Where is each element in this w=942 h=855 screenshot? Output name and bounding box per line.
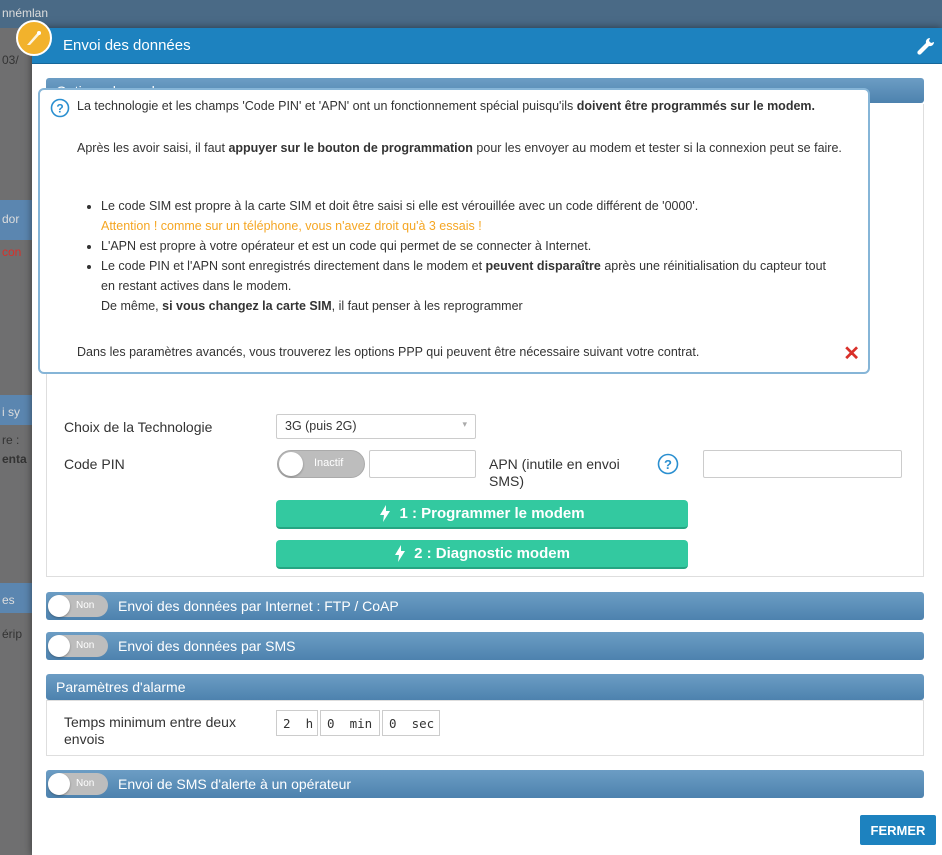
- internet-section-header[interactable]: Non Envoi des données par Internet : FTP…: [46, 592, 924, 620]
- info-list: Le code SIM est propre à la carte SIM et…: [77, 196, 837, 316]
- dialog-header: Envoi des données: [16, 20, 942, 64]
- close-button[interactable]: FERMER: [860, 815, 936, 845]
- info-paragraph: Dans les paramètres avancés, vous trouve…: [77, 345, 700, 359]
- technology-label: Choix de la Technologie: [64, 419, 213, 435]
- sms-section-title: Envoi des données par SMS: [118, 638, 296, 654]
- internet-section-title: Envoi des données par Internet : FTP / C…: [118, 598, 399, 614]
- alarm-section-header: Paramètres d'alarme: [46, 674, 924, 700]
- sms-section-header[interactable]: Non Envoi des données par SMS: [46, 632, 924, 660]
- dialog-title: Envoi des données: [63, 37, 191, 54]
- seconds-input[interactable]: 0 sec: [382, 710, 440, 736]
- sim-warning: Attention ! comme sur un téléphone, vous…: [101, 219, 482, 233]
- bolt-icon: [380, 505, 391, 522]
- technology-select[interactable]: 3G (puis 2G) ▾: [276, 414, 476, 439]
- help-icon[interactable]: ?: [657, 453, 679, 478]
- pin-label: Code PIN: [64, 456, 125, 472]
- background-header: [0, 0, 942, 28]
- alarm-section-title: Paramètres d'alarme: [56, 679, 186, 695]
- pin-toggle[interactable]: Inactif: [277, 450, 365, 478]
- modem-info-box: ? La technologie et les champs 'Code PIN…: [38, 88, 870, 374]
- background-text: re :: [2, 433, 20, 447]
- help-icon: ?: [50, 98, 70, 124]
- background-text: i sy: [2, 405, 20, 419]
- diagnostic-modem-button[interactable]: 2 : Diagnostic modem: [276, 540, 688, 569]
- background-text: enta: [2, 452, 27, 466]
- toggle-label: Inactif: [314, 457, 344, 469]
- background-text: érip: [2, 627, 23, 641]
- alert-section-title: Envoi de SMS d'alerte à un opérateur: [118, 776, 352, 792]
- background-text: nnémlan: [2, 6, 49, 20]
- background-text: 03/: [2, 53, 19, 67]
- program-modem-button[interactable]: 1 : Programmer le modem: [276, 500, 688, 529]
- toggle-label: Non: [76, 600, 95, 611]
- sms-toggle[interactable]: Non: [48, 635, 108, 657]
- app-logo-icon: [16, 20, 52, 56]
- alert-toggle[interactable]: Non: [48, 773, 108, 795]
- background-text: con: [2, 245, 22, 259]
- background-text: es: [2, 593, 15, 607]
- list-item: Le code SIM est propre à la carte SIM et…: [101, 196, 837, 236]
- toggle-knob: [48, 773, 70, 795]
- apn-label: APN (inutile en envoi SMS): [489, 456, 620, 489]
- toggle-knob: [279, 452, 303, 476]
- chevron-down-icon: ▾: [462, 419, 467, 429]
- toggle-label: Non: [76, 640, 95, 651]
- toggle-knob: [48, 635, 70, 657]
- svg-text:?: ?: [56, 102, 63, 116]
- close-icon[interactable]: ✕: [843, 344, 860, 364]
- info-paragraph: Après les avoir saisi, il faut appuyer s…: [77, 141, 842, 155]
- min-time-label: Temps minimum entre deux envois: [64, 714, 236, 747]
- pin-input[interactable]: [369, 450, 476, 478]
- background-text: dor: [2, 212, 20, 226]
- bolt-icon: [395, 545, 406, 562]
- info-paragraph: La technologie et les champs 'Code PIN' …: [77, 99, 815, 113]
- minutes-input[interactable]: 0 min: [320, 710, 380, 736]
- internet-toggle[interactable]: Non: [48, 595, 108, 617]
- hours-input[interactable]: 2 h: [276, 710, 318, 736]
- toggle-knob: [48, 595, 70, 617]
- list-item: L'APN est propre à votre opérateur et es…: [101, 236, 837, 256]
- apn-input[interactable]: [703, 450, 902, 478]
- alert-section-header[interactable]: Non Envoi de SMS d'alerte à un opérateur: [46, 770, 924, 798]
- svg-text:?: ?: [664, 457, 672, 472]
- wrench-icon[interactable]: [916, 36, 936, 59]
- toggle-label: Non: [76, 778, 95, 789]
- list-item: Le code PIN et l'APN sont enregistrés di…: [101, 256, 837, 316]
